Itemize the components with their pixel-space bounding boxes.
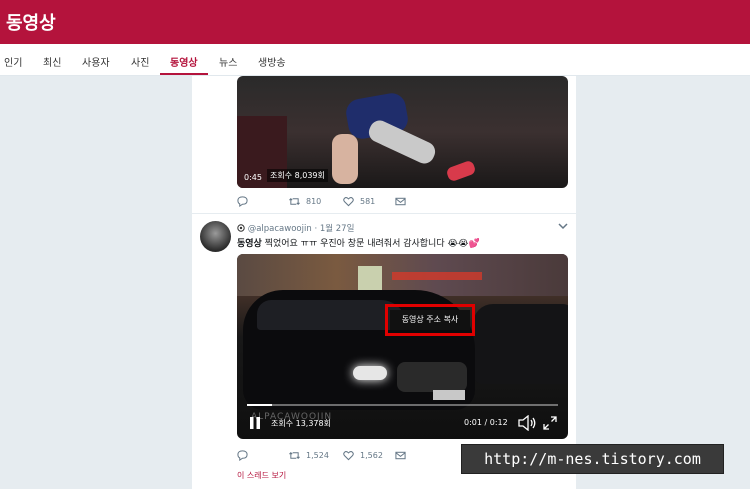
tab-popular[interactable]: 인기 xyxy=(4,54,22,69)
copy-video-url-menu-item[interactable]: 동영상 주소 복사 xyxy=(390,310,470,330)
timeline[interactable]: 0:45 조회수 8,039회 810 581 @alpacawoojin · … xyxy=(192,76,576,489)
retweet-button[interactable]: 1,524 xyxy=(289,450,329,461)
video-progress-bar[interactable] xyxy=(247,404,558,406)
blog-url-overlay: http://m-nes.tistory.com xyxy=(461,444,724,474)
message-button[interactable] xyxy=(395,450,406,461)
like-count: 581 xyxy=(360,197,376,206)
tab-videos[interactable]: 동영상 xyxy=(170,54,198,69)
volume-icon[interactable] xyxy=(518,415,536,431)
pause-icon[interactable] xyxy=(249,416,261,430)
avatar[interactable] xyxy=(200,221,231,252)
tab-live[interactable]: 생방송 xyxy=(258,54,286,69)
tweet2-handle[interactable]: @alpacawoojin xyxy=(248,224,312,234)
retweet-count: 810 xyxy=(306,197,322,206)
tab-photos[interactable]: 사진 xyxy=(131,54,149,69)
video-scene-shoe xyxy=(445,159,477,183)
like-button[interactable]: 581 xyxy=(343,196,375,207)
video-view-count: 조회수 8,039회 xyxy=(267,169,328,182)
video-progress-fill xyxy=(247,404,272,406)
envelope-icon xyxy=(395,451,406,460)
chevron-down-icon[interactable] xyxy=(558,222,568,230)
copy-video-url-highlight: 동영상 주소 복사 xyxy=(385,304,475,336)
retweet-button[interactable]: 810 xyxy=(289,196,321,207)
reply-icon xyxy=(237,450,248,461)
like-button[interactable]: 1,562 xyxy=(343,450,383,461)
tab-users[interactable]: 사용자 xyxy=(82,54,110,69)
reply-button[interactable] xyxy=(237,450,248,461)
tweet1-video[interactable]: 0:45 조회수 8,039회 xyxy=(237,76,568,188)
like-count: 1,562 xyxy=(360,451,383,460)
retweet-icon xyxy=(289,198,300,205)
top-bar: 동영상 xyxy=(0,0,750,44)
video-scene-plate xyxy=(433,390,465,400)
video-scene-headlight xyxy=(353,366,387,380)
reply-icon xyxy=(237,196,248,207)
active-tab-indicator xyxy=(160,73,208,75)
reply-button[interactable] xyxy=(237,196,248,207)
tweet2-keyword: 동영상 xyxy=(237,239,262,249)
tab-bar: 인기 최신 사용자 사진 동영상 뉴스 생방송 xyxy=(0,44,750,76)
heart-icon xyxy=(343,451,354,461)
tweet2-body: 찍었어요 ㅠㅠ 우진아 창문 내려줘서 감사합니다 😭😭💕 xyxy=(261,239,480,249)
video-scene-car xyxy=(473,304,568,384)
tab-latest[interactable]: 최신 xyxy=(43,54,61,69)
retweet-icon xyxy=(289,452,300,459)
meta-separator: · xyxy=(314,224,318,234)
tweet2-meta: @alpacawoojin · 1월 27일 xyxy=(237,222,354,234)
message-button[interactable] xyxy=(395,196,406,207)
page-title: 동영상 xyxy=(6,13,56,34)
tweet2-date[interactable]: 1월 27일 xyxy=(320,224,355,234)
video-scene-sign xyxy=(392,272,482,280)
user-badge-icon xyxy=(237,224,245,232)
retweet-count: 1,524 xyxy=(306,451,329,460)
show-thread-link[interactable]: 이 스레드 보기 xyxy=(237,470,286,481)
video-duration: 0:45 xyxy=(244,173,262,182)
tweet2-text: 동영상 찍었어요 ㅠㅠ 우진아 창문 내려줘서 감사합니다 😭😭💕 xyxy=(237,236,480,249)
video-scene-car-grille xyxy=(397,362,467,392)
expand-icon[interactable] xyxy=(543,416,557,430)
tweet1-actions: 810 581 xyxy=(237,196,568,210)
heart-icon xyxy=(343,197,354,207)
tweet-divider xyxy=(192,213,576,214)
video-scene-dancer-leg xyxy=(332,134,358,184)
tweet2-video[interactable]: ALPACAWOOJIN 동영상 주소 복사 조회수 13,378회 0:01 … xyxy=(237,254,568,439)
envelope-icon xyxy=(395,197,406,206)
video-view-count: 조회수 13,378회 xyxy=(271,419,331,428)
video-time: 0:01 / 0:12 xyxy=(464,418,508,427)
tab-news[interactable]: 뉴스 xyxy=(219,54,237,69)
